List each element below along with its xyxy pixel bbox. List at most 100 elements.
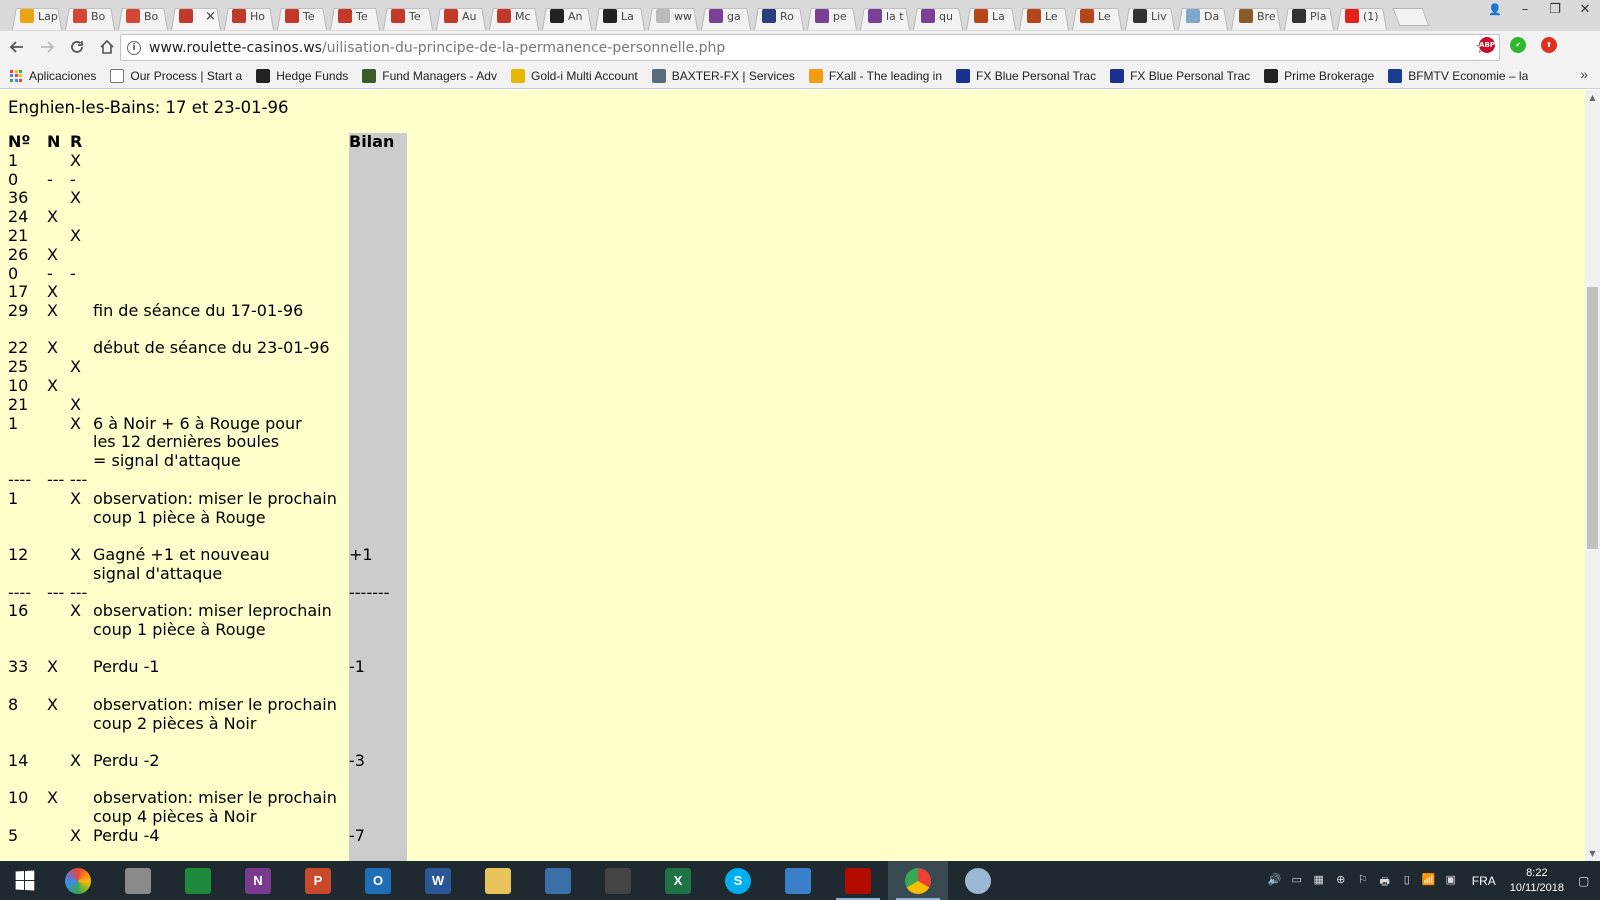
bookmark-item[interactable]: FX Blue Personal Trac [956,68,1096,83]
explorer-app[interactable] [468,861,528,900]
network-app[interactable] [768,861,828,900]
tray-icon[interactable]: ▭ [1288,873,1306,889]
paint-app[interactable] [948,861,1008,900]
browser-tab[interactable]: Pla [1282,2,1336,30]
bookmark-item[interactable]: BFMTV Economie – la [1388,68,1528,83]
browser-tab[interactable]: × [169,2,223,30]
bookmark-item[interactable]: Hedge Funds [256,68,348,83]
start-button[interactable] [0,861,48,900]
tab-close-icon[interactable]: × [205,9,216,24]
bookmark-item[interactable]: Gold-i Multi Account [510,68,638,83]
word-app[interactable]: W [408,861,468,900]
tray-icon[interactable]: 📶 [1420,873,1438,889]
comment-line: Perdu -2 [93,750,160,770]
onenote-app[interactable]: N [228,861,288,900]
extension-icon[interactable]: ✔ [1510,37,1526,53]
browser-tab[interactable]: pe [805,2,859,30]
browser-tab[interactable]: Au [434,2,488,30]
bookmark-item[interactable]: Our Process | Start a [110,68,242,83]
browser-tab[interactable]: ww [646,2,700,30]
bookmark-item[interactable]: BAXTER-FX | Services [651,68,795,83]
browser-tab[interactable]: An [540,2,594,30]
browser-tab[interactable]: Lap [10,2,64,30]
outlook-app[interactable]: O [348,861,408,900]
bookmarks-overflow-button[interactable]: » [1580,66,1588,82]
bookmark-item[interactable]: Fund Managers - Adv [362,68,497,83]
forward-button[interactable] [34,34,60,60]
browser-tab[interactable]: ga [699,2,753,30]
tray-icon[interactable]: ▣ [1442,873,1460,889]
clock[interactable]: 8:22 10/11/2018 [1510,866,1564,896]
browser-tab[interactable]: Te [275,2,329,30]
row-number: 16 [8,601,29,621]
extension-icon[interactable]: ⬆ [1541,37,1557,53]
tray-icon[interactable]: ⚐ [1354,873,1372,889]
tab-title: Ro [780,9,794,23]
row-comment [93,377,349,396]
close-window-button[interactable]: ✕ [1570,0,1600,22]
row-bilan [349,471,407,490]
notification-icon[interactable]: ▢ [1578,874,1592,888]
row-noir: - [47,169,53,189]
browser-tab[interactable]: qu [911,2,965,30]
browser-tab[interactable]: Le [1070,2,1124,30]
minimize-button[interactable]: – [1510,0,1540,22]
browser-tab[interactable]: Bo [63,2,117,30]
bookmark-item[interactable]: Aplicaciones [10,69,96,83]
row-bilan: -3 [349,750,365,770]
bookmark-item[interactable]: FX Blue Personal Trac [1110,68,1250,83]
excel-app[interactable]: X [648,861,708,900]
browser-tab[interactable]: La [593,2,647,30]
browser-tab[interactable]: Te [381,2,435,30]
browser-tab[interactable]: (1) [1335,2,1389,30]
tray-icon[interactable]: 🖶 [1376,873,1394,889]
row-bilan [349,415,407,471]
restore-button[interactable]: ❐ [1540,0,1570,22]
tray-icon[interactable]: ▦ [1310,873,1328,889]
picasa-app[interactable] [48,861,108,900]
browser-tab[interactable]: Ro [752,2,806,30]
scroll-down-arrow-icon[interactable]: ▼ [1585,846,1600,861]
browser-tab[interactable]: La [964,2,1018,30]
extension-icon[interactable]: ABP [1479,37,1495,53]
language-indicator[interactable]: FRA [1472,874,1496,888]
scrollbar-thumb[interactable] [1587,287,1598,549]
tray-icon[interactable]: ⊕ [1332,873,1350,889]
scroll-up-arrow-icon[interactable]: ▲ [1585,90,1600,105]
notepad-app[interactable] [108,861,168,900]
acrobat-app[interactable] [828,861,888,900]
powerpoint-app[interactable]: P [288,861,348,900]
row-comment: Perdu -4 [93,826,349,846]
bookmark-item[interactable]: FXall - The leading in [808,68,942,83]
store-app[interactable] [168,861,228,900]
chrome-app[interactable] [888,861,948,900]
profile-icon[interactable]: 👤 [1480,0,1510,22]
address-bar[interactable]: i www.roulette-casinos.ws/uilisation-du-… [120,34,1500,61]
row-number: ---- [8,582,32,602]
browser-tab[interactable]: Bre [1229,2,1283,30]
new-tab-button[interactable] [1392,8,1430,26]
browser-tab[interactable]: Le [1017,2,1071,30]
browser-tab[interactable]: Ho [222,2,276,30]
row-bilan [349,189,407,208]
row-bilan: -7 [349,825,365,845]
browser-tab[interactable]: la t [858,2,912,30]
browser-tab[interactable]: Da [1176,2,1230,30]
comment-line: observation: miser leprochain [93,601,332,621]
info-icon[interactable]: i [127,40,141,55]
browser-tab[interactable]: Te [328,2,382,30]
owl-app[interactable] [528,861,588,900]
tray-icon[interactable]: 🔊 [1266,873,1284,889]
vertical-scrollbar[interactable]: ▲ ▼ [1585,90,1600,861]
browser-tab[interactable]: Mc [487,2,541,30]
bookmark-item[interactable]: Prime Brokerage [1264,68,1374,83]
skype-app[interactable]: S [708,861,768,900]
reload-button[interactable] [64,34,90,60]
home-button[interactable] [94,34,120,60]
back-button[interactable] [4,34,30,60]
browser-tab[interactable]: Bo [116,2,170,30]
page-icon [656,9,670,23]
fox-app[interactable] [588,861,648,900]
browser-tab[interactable]: Liv [1123,2,1177,30]
tray-icon[interactable]: ▯ [1398,873,1416,889]
